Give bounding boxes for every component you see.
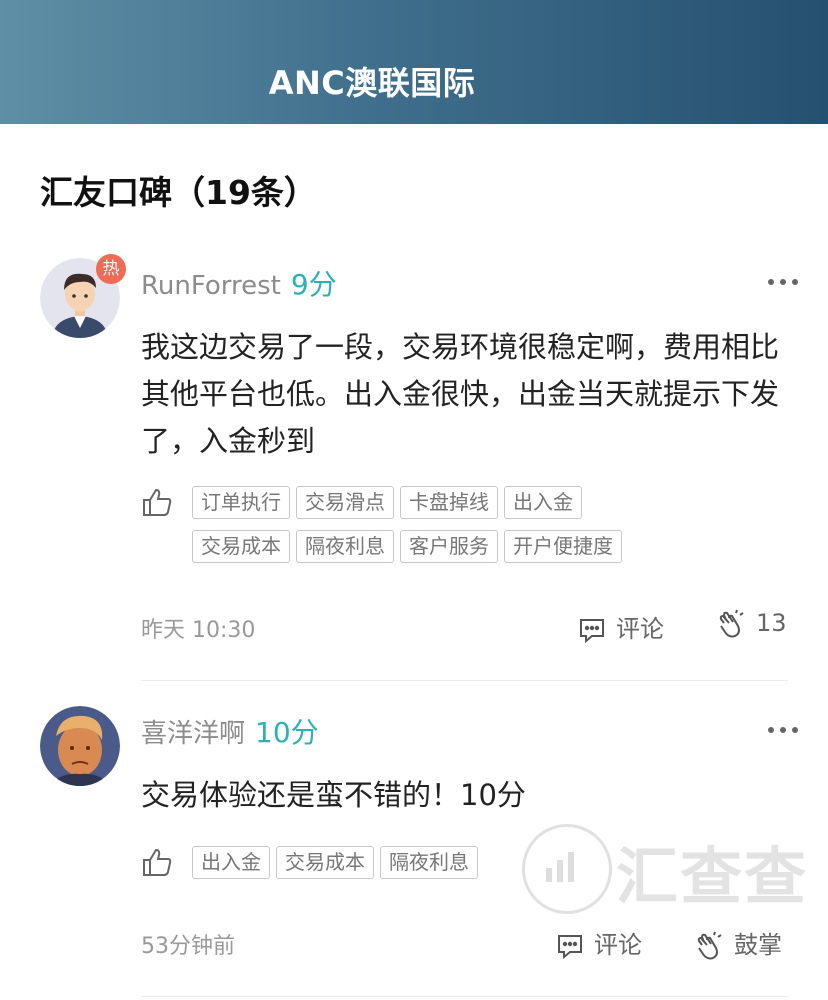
tag-list: 出入金 交易成本 隔夜利息	[192, 846, 792, 890]
review-content: 我这边交易了一段，交易环境很稳定啊，费用相比其他平台也低。出入金很快，出金当天就…	[141, 330, 780, 458]
app-header: ANC澳联国际	[0, 0, 828, 124]
tag: 隔夜利息	[296, 530, 394, 563]
divider	[141, 680, 788, 681]
comment-label: 评论	[616, 615, 664, 643]
review-content: 交易体验还是蛮不错的！10分	[141, 778, 526, 812]
tag: 交易成本	[276, 846, 374, 879]
tag-list: 订单执行 交易滑点 卡盘掉线 出入金 交易成本 隔夜利息 客户服务 开户便捷度	[192, 486, 792, 574]
tag: 订单执行	[192, 486, 290, 519]
tag: 交易滑点	[296, 486, 394, 519]
comment-button[interactable]: 评论	[578, 609, 664, 644]
tag: 隔夜利息	[380, 846, 478, 879]
thumb-up-icon[interactable]	[141, 486, 173, 518]
tag: 出入金	[504, 486, 582, 519]
more-icon[interactable]	[768, 718, 804, 733]
clap-icon	[697, 931, 722, 960]
avatar[interactable]	[40, 706, 120, 786]
clap-button[interactable]: 鼓掌	[694, 925, 782, 961]
clap-count: 13	[756, 609, 787, 637]
score: 9分	[290, 268, 337, 301]
username-text: 喜洋洋啊	[141, 719, 246, 749]
review-time: 53分钟前	[141, 934, 235, 959]
comment-button[interactable]: 评论	[556, 925, 642, 960]
score: 10分	[255, 716, 319, 749]
comment-icon	[580, 619, 604, 644]
clap-label: 鼓掌	[734, 931, 782, 959]
comment-label: 评论	[594, 931, 642, 959]
section-title: 汇友口碑（19条）	[40, 173, 317, 212]
thumb-up-icon[interactable]	[141, 846, 173, 878]
clap-icon	[719, 609, 744, 638]
page-title: ANC澳联国际	[268, 64, 476, 102]
tag: 交易成本	[192, 530, 290, 563]
tag: 开户便捷度	[504, 530, 622, 563]
hot-badge: 热	[96, 254, 126, 284]
more-icon[interactable]	[768, 270, 804, 285]
review-time: 昨天 10:30	[141, 618, 256, 643]
tag: 卡盘掉线	[400, 486, 498, 519]
comment-icon	[558, 935, 582, 960]
divider	[141, 996, 788, 997]
username[interactable]: 喜洋洋啊 10分	[141, 711, 319, 751]
tag: 客户服务	[400, 530, 498, 563]
clap-button[interactable]: 13	[716, 609, 787, 639]
tag: 出入金	[192, 846, 270, 879]
username-text: RunForrest	[141, 271, 281, 301]
username[interactable]: RunForrest 9分	[141, 263, 337, 303]
